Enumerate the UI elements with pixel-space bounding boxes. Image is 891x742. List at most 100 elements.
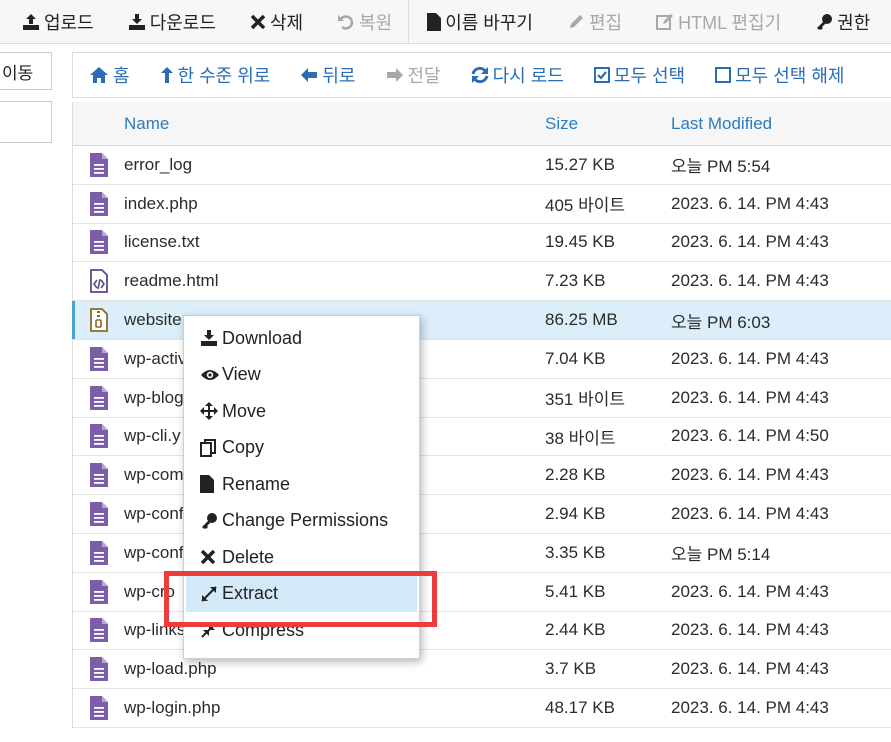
file-archive-icon <box>73 308 124 332</box>
menu-item-delete[interactable]: Delete <box>184 539 419 576</box>
file-text-icon <box>73 346 124 371</box>
close-icon <box>250 14 266 30</box>
file-size: 405 바이트 <box>545 196 626 216</box>
file-size: 7.23 KB <box>545 271 606 291</box>
navigation-bar: 홈 한 수준 위로 뒤로 전달 다시 로드 모두 선택 모두 선택 해제 <box>72 52 891 98</box>
menu-item-change-permissions[interactable]: Change Permissions <box>184 503 419 540</box>
table-header: Name Size Last Modified <box>73 102 891 146</box>
size-column-header[interactable]: Size <box>545 114 671 134</box>
table-row[interactable]: readme.html 7.23 KB 2023. 6. 14. PM 4:43 <box>73 262 891 302</box>
file-modified: 오늘 PM 6:03 <box>671 312 771 332</box>
file-text-icon <box>73 502 124 527</box>
edit-button[interactable]: 편집 <box>545 0 634 43</box>
file-size: 2.94 KB <box>545 504 606 524</box>
file-size: 351 바이트 <box>545 390 626 410</box>
upload-button[interactable]: 업로드 <box>0 0 106 43</box>
rename-button[interactable]: 이름 바꾸기 <box>413 0 545 43</box>
file-name[interactable]: index.php <box>124 194 545 214</box>
file-size: 2.44 KB <box>545 620 606 640</box>
deselect-all-button[interactable]: 모두 선택 해제 <box>715 62 845 88</box>
eye-icon <box>200 368 222 382</box>
select-all-button[interactable]: 모두 선택 <box>593 62 685 88</box>
file-modified: 2023. 6. 14. PM 4:43 <box>671 232 829 252</box>
file-size: 48.17 KB <box>545 698 615 718</box>
file-modified: 2023. 6. 14. PM 4:43 <box>671 504 829 524</box>
checkbox-empty-icon <box>715 67 732 83</box>
html-edit-icon <box>656 13 674 31</box>
file-size: 19.45 KB <box>545 232 615 252</box>
file-name[interactable]: wp-load.php <box>124 659 545 679</box>
key-icon <box>200 512 222 530</box>
file-size: 5.41 KB <box>545 581 606 601</box>
file-toolbar: 업로드 다운로드 삭제 복원 이름 바꾸기 편집 HTML 편집기 권한 <box>0 0 891 44</box>
arrow-left-icon <box>300 67 318 83</box>
arrow-right-icon <box>386 67 404 83</box>
home-icon <box>89 66 109 84</box>
file-modified: 2023. 6. 14. PM 4:43 <box>671 193 829 213</box>
modified-column-header[interactable]: Last Modified <box>671 114 891 134</box>
file-text-icon <box>73 191 124 216</box>
file-text-icon <box>73 230 124 255</box>
level-up-icon <box>160 66 174 84</box>
file-text-icon <box>73 696 124 721</box>
file-modified: 2023. 6. 14. PM 4:43 <box>671 387 829 407</box>
name-column-header[interactable]: Name <box>124 114 545 134</box>
reload-button[interactable]: 다시 로드 <box>471 62 564 88</box>
file-size: 3.7 KB <box>545 659 597 679</box>
restore-button[interactable]: 복원 <box>315 0 404 43</box>
file-modified: 2023. 6. 14. PM 4:43 <box>671 581 829 601</box>
file-icon <box>200 475 222 494</box>
file-name[interactable]: wp-login.php <box>124 698 545 718</box>
home-button[interactable]: 홈 <box>89 62 130 88</box>
menu-item-extract[interactable]: Extract <box>186 575 417 612</box>
menu-item-download[interactable]: Download <box>184 320 419 357</box>
file-name[interactable]: error_log <box>124 155 545 175</box>
upload-icon <box>22 13 40 31</box>
reload-icon <box>471 66 489 84</box>
table-row[interactable]: license.txt 19.45 KB 2023. 6. 14. PM 4:43 <box>73 224 891 263</box>
path-input[interactable] <box>0 101 52 143</box>
go-button[interactable]: 이동 <box>0 52 52 90</box>
menu-item-rename[interactable]: Rename <box>184 466 419 503</box>
back-button[interactable]: 뒤로 <box>300 62 356 88</box>
file-modified: 오늘 PM 5:54 <box>671 157 771 177</box>
table-row[interactable]: error_log 15.27 KB 오늘 PM 5:54 <box>73 146 891 185</box>
file-size: 7.04 KB <box>545 348 606 368</box>
file-modified: 오늘 PM 5:14 <box>671 545 771 565</box>
file-text-icon <box>73 385 124 410</box>
file-text-icon <box>73 463 124 488</box>
file-modified: 2023. 6. 14. PM 4:43 <box>671 465 829 485</box>
close-icon <box>200 549 222 565</box>
file-modified: 2023. 6. 14. PM 4:50 <box>671 426 829 446</box>
menu-item-move[interactable]: Move <box>184 393 419 430</box>
file-modified: 2023. 6. 14. PM 4:43 <box>671 620 829 640</box>
file-modified: 2023. 6. 14. PM 4:43 <box>671 659 829 679</box>
html-editor-button[interactable]: HTML 편집기 <box>634 0 793 43</box>
file-text-icon <box>73 618 124 643</box>
file-code-icon <box>73 269 124 294</box>
context-menu: Download View Move Copy Rename Change Pe… <box>183 315 420 659</box>
delete-button[interactable]: 삭제 <box>228 0 315 43</box>
file-size: 3.35 KB <box>545 542 606 562</box>
file-text-icon <box>73 657 124 682</box>
file-text-icon <box>73 540 124 565</box>
permissions-button[interactable]: 권한 <box>793 0 882 43</box>
file-modified: 2023. 6. 14. PM 4:43 <box>671 271 829 291</box>
download-icon <box>200 329 222 347</box>
file-name[interactable]: license.txt <box>124 232 545 252</box>
forward-button[interactable]: 전달 <box>386 62 441 88</box>
menu-item-view[interactable]: View <box>184 357 419 394</box>
table-row[interactable]: index.php 405 바이트 2023. 6. 14. PM 4:43 <box>73 185 891 224</box>
compress-icon <box>200 621 222 639</box>
file-size: 86.25 MB <box>545 310 618 330</box>
menu-item-compress[interactable]: Compress <box>184 612 419 649</box>
file-icon <box>427 12 442 31</box>
menu-item-copy[interactable]: Copy <box>184 430 419 467</box>
expand-icon <box>200 585 222 603</box>
copy-icon <box>200 438 222 457</box>
level-up-button[interactable]: 한 수준 위로 <box>160 62 270 88</box>
download-button[interactable]: 다운로드 <box>106 0 228 43</box>
file-name[interactable]: readme.html <box>124 271 545 291</box>
table-row[interactable]: wp-login.php 48.17 KB 2023. 6. 14. PM 4:43 <box>73 689 891 728</box>
key-icon <box>815 13 833 31</box>
